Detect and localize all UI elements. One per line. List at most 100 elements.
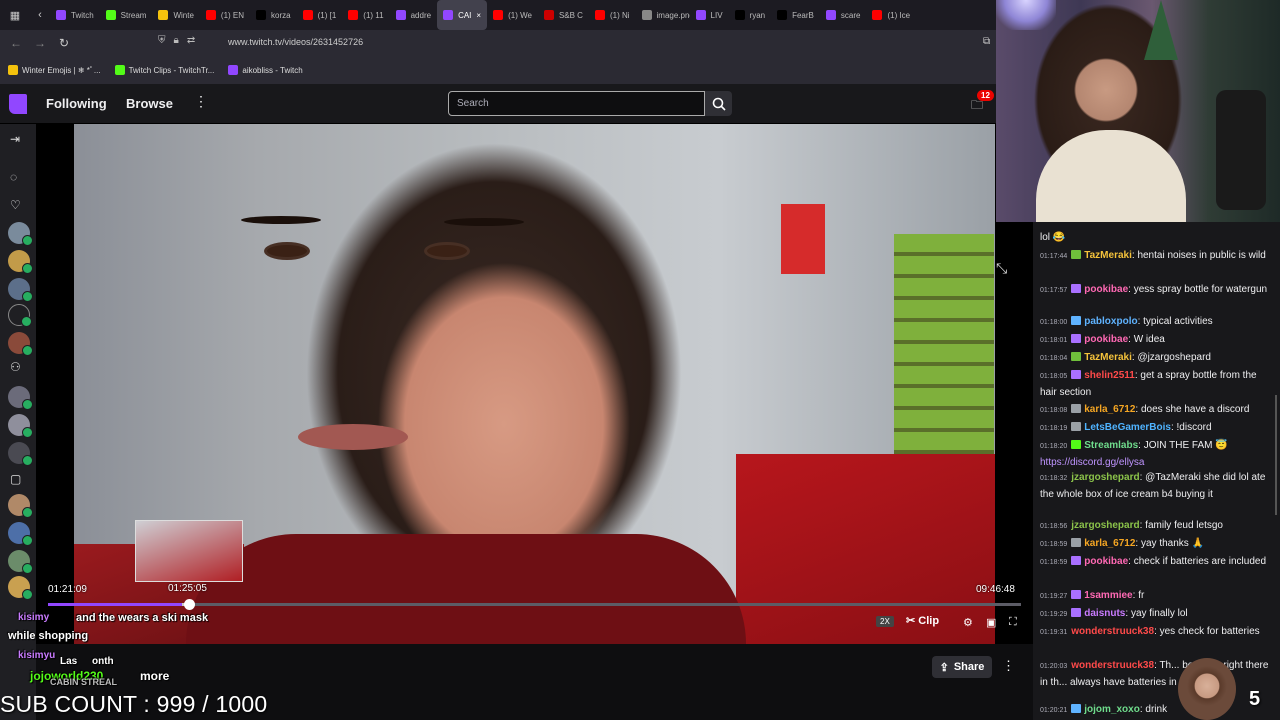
- channel-avatar[interactable]: [8, 494, 33, 518]
- chat-badge-icon[interactable]: [1071, 250, 1082, 259]
- chat-badge-icon[interactable]: [1071, 704, 1082, 713]
- chat-badge-icon[interactable]: [1071, 352, 1082, 361]
- theatre-toggle-icon[interactable]: ⤡: [996, 260, 1007, 277]
- browser-tab[interactable]: ryan: [729, 0, 772, 30]
- channel-avatar[interactable]: [8, 442, 33, 466]
- channel-avatar[interactable]: [8, 386, 33, 410]
- chat-username[interactable]: Streamlabs: [1084, 440, 1138, 451]
- chat-username[interactable]: shelin2511: [1084, 370, 1135, 381]
- chat-username[interactable]: jojom_xoxo: [1084, 704, 1140, 715]
- channel-avatar[interactable]: [8, 304, 32, 327]
- theatre-mode-icon[interactable]: ▣: [986, 616, 996, 629]
- chat-badge-icon[interactable]: [1071, 334, 1082, 343]
- chat-username[interactable]: pookibae: [1084, 284, 1128, 295]
- channel-avatar[interactable]: [8, 332, 33, 356]
- nav-following[interactable]: Following: [46, 96, 107, 111]
- browser-tab[interactable]: FearB: [771, 0, 820, 30]
- chat-username[interactable]: daisnuts: [1084, 608, 1125, 619]
- chat-username[interactable]: LetsBeGamerBois: [1084, 422, 1171, 433]
- browser-tab[interactable]: (1) EN: [200, 0, 250, 30]
- nav-browse[interactable]: Browse: [126, 96, 173, 111]
- settings-gear-icon[interactable]: ⚙: [963, 616, 973, 629]
- chat-username[interactable]: TazMeraki: [1084, 250, 1132, 261]
- browser-tab[interactable]: image.png: [636, 0, 690, 30]
- fullscreen-icon[interactable]: ⛶: [1009, 616, 1017, 629]
- browser-tab[interactable]: (1) 11: [342, 0, 389, 30]
- chat-scrollbar[interactable]: [1275, 395, 1277, 515]
- shield-icon[interactable]: ⛨: [158, 35, 166, 46]
- chat-badge-icon[interactable]: [1071, 370, 1082, 379]
- bookmark-item[interactable]: Twitch Clips - TwitchTr...: [114, 65, 214, 75]
- chat-username[interactable]: jzargoshepard: [1071, 520, 1139, 531]
- chat-username[interactable]: jzargoshepard: [1071, 472, 1139, 483]
- channel-avatar[interactable]: [8, 550, 33, 574]
- chat-badge-icon[interactable]: [1071, 440, 1082, 449]
- forward-icon[interactable]: →: [28, 36, 52, 50]
- chat-username[interactable]: 1sammiee: [1084, 590, 1132, 601]
- recommended-icon[interactable]: ◌: [10, 170, 17, 184]
- permissions-icon[interactable]: ⇄: [187, 35, 195, 46]
- reload-icon[interactable]: ↻: [52, 36, 76, 50]
- channel-avatar[interactable]: [8, 278, 33, 302]
- heart-icon[interactable]: ♡: [10, 198, 21, 212]
- chat-badge-icon[interactable]: [1071, 590, 1082, 599]
- search-input[interactable]: Search: [448, 91, 705, 116]
- browser-tab[interactable]: (1) Ni: [589, 0, 636, 30]
- lock-icon[interactable]: 🔒︎: [174, 35, 179, 46]
- channel-avatar[interactable]: [8, 414, 33, 438]
- url-field[interactable]: www.twitch.tv/videos/2631452726: [228, 37, 363, 47]
- browser-tab[interactable]: CAI ×: [437, 0, 488, 30]
- chat-username[interactable]: wonderstruuck38: [1071, 660, 1154, 671]
- clip-button[interactable]: ✂︎ Clip: [906, 614, 939, 627]
- channel-avatar[interactable]: [8, 222, 33, 246]
- expand-sidebar-icon[interactable]: ⇥: [10, 132, 20, 146]
- twitch-logo-icon[interactable]: [9, 94, 27, 114]
- more-options-icon[interactable]: ⋮: [1002, 658, 1015, 674]
- chat-username[interactable]: karla_6712: [1084, 404, 1135, 415]
- chat-badge-icon[interactable]: [1071, 422, 1082, 431]
- channel-avatar[interactable]: [8, 576, 33, 600]
- chat-username[interactable]: pookibae: [1084, 334, 1128, 345]
- chat-username[interactable]: pookibae: [1084, 556, 1128, 567]
- more-menu-icon[interactable]: ⋮: [194, 93, 208, 110]
- channel-avatar[interactable]: [8, 250, 33, 274]
- bookmark-item[interactable]: aikobliss - Twitch: [228, 65, 303, 75]
- chat-username[interactable]: TazMeraki: [1084, 352, 1132, 363]
- video-player[interactable]: ⤡ 01:25:05 01:21:09 09:46:48 2X ✂︎ Clip …: [36, 124, 1033, 644]
- browser-tab[interactable]: Stream: [100, 0, 153, 30]
- browser-tab[interactable]: scare: [820, 0, 867, 30]
- chat-username[interactable]: pabloxpolo: [1084, 316, 1137, 327]
- browser-tab[interactable]: Winte: [152, 0, 199, 30]
- channel-avatar[interactable]: [8, 522, 33, 546]
- browser-tab[interactable]: Twitch: [50, 0, 100, 30]
- back-icon[interactable]: ←: [4, 36, 28, 50]
- tab-overview-icon[interactable]: ▦: [0, 0, 30, 30]
- chat-link[interactable]: https://discord.gg/ellysa: [1040, 457, 1145, 468]
- tab-scroll-left-icon[interactable]: ‹: [30, 0, 50, 30]
- chat-username[interactable]: wonderstruuck38: [1071, 626, 1154, 637]
- chat-username[interactable]: karla_6712: [1084, 538, 1135, 549]
- share-button[interactable]: ⇪ Share: [932, 656, 992, 678]
- browser-tab[interactable]: S&B C: [538, 0, 589, 30]
- video-icon[interactable]: ▢: [10, 472, 21, 486]
- bookmark-item[interactable]: Winter Emojis | ❄ *ﾟ...: [8, 65, 101, 76]
- chat-badge-icon[interactable]: [1071, 556, 1082, 565]
- playback-speed-badge[interactable]: 2X: [876, 616, 894, 627]
- browser-tab[interactable]: (1) Ice: [866, 0, 916, 30]
- browser-tab[interactable]: (1) We: [487, 0, 538, 30]
- chat-badge-icon[interactable]: [1071, 316, 1082, 325]
- people-icon[interactable]: ⚇: [10, 360, 21, 374]
- browser-tab[interactable]: korza: [250, 0, 297, 30]
- chat-badge-icon[interactable]: [1071, 608, 1082, 617]
- chat-badge-icon[interactable]: [1071, 538, 1082, 547]
- search-button[interactable]: [705, 91, 732, 116]
- chat-badge-icon[interactable]: [1071, 284, 1082, 293]
- browser-tab[interactable]: addre: [390, 0, 437, 30]
- seek-bar-handle[interactable]: [184, 599, 196, 610]
- chat-badge-icon[interactable]: [1071, 404, 1082, 413]
- close-tab-icon[interactable]: ×: [476, 11, 481, 20]
- browser-tab[interactable]: (1) [1: [297, 0, 343, 30]
- screenshot-icon[interactable]: ⧉: [983, 36, 990, 47]
- seek-bar[interactable]: [48, 599, 1021, 610]
- browser-tab[interactable]: LIV: [690, 0, 729, 30]
